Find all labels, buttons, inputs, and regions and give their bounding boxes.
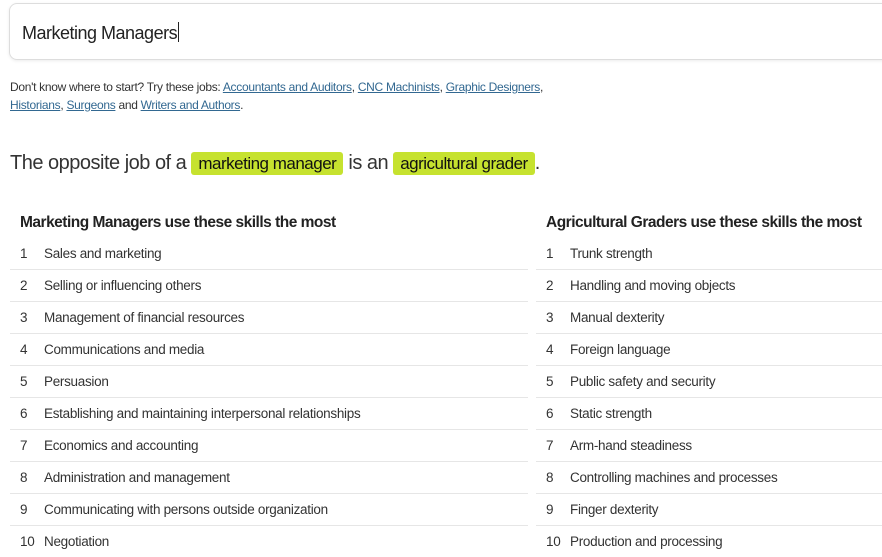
skill-rank: 5 [20, 374, 28, 389]
skill-rank: 4 [546, 342, 554, 357]
skill-name: Communicating with persons outside organ… [44, 502, 328, 517]
separator: , [540, 80, 544, 94]
skill-row: 7 Arm-hand steadiness [536, 430, 882, 462]
suggested-jobs: Don't know where to start? Try these job… [10, 78, 570, 114]
skill-row: 8 Administration and management [10, 462, 528, 494]
skill-rank: 8 [546, 470, 554, 485]
job-highlight: marketing manager [191, 152, 344, 175]
opposite-job-highlight: agricultural grader [393, 152, 535, 175]
skill-name: Manual dexterity [570, 310, 665, 325]
separator: and [115, 98, 141, 112]
skill-row: 7 Economics and accounting [10, 430, 528, 462]
skill-rank: 9 [20, 502, 28, 517]
skill-rank: 6 [20, 406, 28, 421]
headline-text: . [534, 152, 541, 174]
job-link[interactable]: Historians [10, 98, 61, 112]
job-link[interactable]: Graphic Designers [446, 80, 541, 94]
skill-row: 6 Establishing and maintaining interperso… [10, 398, 528, 430]
job-link[interactable]: Accountants and Auditors [223, 80, 352, 94]
skill-name: Selling or influencing others [44, 278, 202, 293]
skill-name: Public safety and security [570, 374, 716, 389]
skill-row: 10 Production and processing [536, 526, 882, 557]
job-search-input[interactable]: Marketing Managers [9, 3, 882, 60]
skill-name: Economics and accounting [44, 438, 199, 453]
job-link[interactable]: Writers and Authors [141, 98, 241, 112]
skill-rank: 9 [546, 502, 554, 517]
job-link[interactable]: CNC Machinists [358, 80, 440, 94]
skill-row: 5 Public safety and security [536, 366, 882, 398]
skill-row: 1 Sales and marketing [10, 238, 528, 270]
skill-rank: 3 [20, 310, 28, 325]
right-skills-list: Agricultural Graders use these skills th… [536, 212, 882, 557]
text-caret [178, 22, 180, 42]
skill-row: 2 Handling and moving objects [536, 270, 882, 302]
skill-row: 3 Manual dexterity [536, 302, 882, 334]
skill-rank: 7 [20, 438, 28, 453]
skill-rank: 2 [20, 278, 28, 293]
skill-name: Production and processing [570, 534, 723, 549]
result-headline: The opposite job of a marketing manager … [10, 152, 540, 175]
skill-name: Management of financial resources [44, 310, 245, 325]
skill-rank: 8 [20, 470, 28, 485]
headline-text: The opposite job of a [10, 152, 192, 174]
skill-row: 5 Persuasion [10, 366, 528, 398]
skill-name: Foreign language [570, 342, 671, 357]
skill-rank: 5 [546, 374, 554, 389]
skill-name: Administration and management [44, 470, 230, 485]
skill-rank: 3 [546, 310, 554, 325]
headline-text: is an [343, 152, 394, 174]
skill-row: 2 Selling or influencing others [10, 270, 528, 302]
skill-rank: 4 [20, 342, 28, 357]
skill-rank: 2 [546, 278, 554, 293]
skill-name: Static strength [570, 406, 652, 421]
skill-name: Establishing and maintaining interperson… [44, 406, 361, 421]
skill-row: 3 Management of financial resources [10, 302, 528, 334]
job-link[interactable]: Surgeons [66, 98, 115, 112]
skill-name: Communications and media [44, 342, 205, 357]
skill-row: 6 Static strength [536, 398, 882, 430]
left-skills-list: Marketing Managers use these skills the … [10, 212, 528, 557]
skill-row: 8 Controlling machines and processes [536, 462, 882, 494]
skill-row: 1 Trunk strength [536, 238, 882, 270]
skill-name: Sales and marketing [44, 246, 162, 261]
skill-name: Negotiation [44, 534, 109, 549]
skill-row: 10 Negotiation [10, 526, 528, 557]
skill-rank: 6 [546, 406, 554, 421]
skill-row: 9 Communicating with persons outside orga… [10, 494, 528, 526]
left-skills-title: Marketing Managers use these skills the … [20, 214, 336, 231]
right-skills-title: Agricultural Graders use these skills th… [546, 214, 862, 231]
skill-rank: 10 [546, 534, 561, 549]
separator: . [240, 98, 244, 112]
skill-name: Handling and moving objects [570, 278, 736, 293]
skill-row: 4 Foreign language [536, 334, 882, 366]
skill-name: Controlling machines and processes [570, 470, 778, 485]
skill-name: Arm-hand steadiness [570, 438, 692, 453]
search-value[interactable]: Marketing Managers [22, 22, 180, 44]
skill-name: Finger dexterity [570, 502, 659, 517]
skill-row: 9 Finger dexterity [536, 494, 882, 526]
skill-row: 4 Communications and media [10, 334, 528, 366]
skill-rank: 1 [546, 246, 554, 261]
skill-rank: 7 [546, 438, 554, 453]
skill-rank: 10 [20, 534, 35, 549]
skill-name: Trunk strength [570, 246, 653, 261]
skill-rank: 1 [20, 246, 28, 261]
skill-name: Persuasion [44, 374, 109, 389]
hint-text: Don't know where to start? Try these job… [10, 80, 223, 94]
